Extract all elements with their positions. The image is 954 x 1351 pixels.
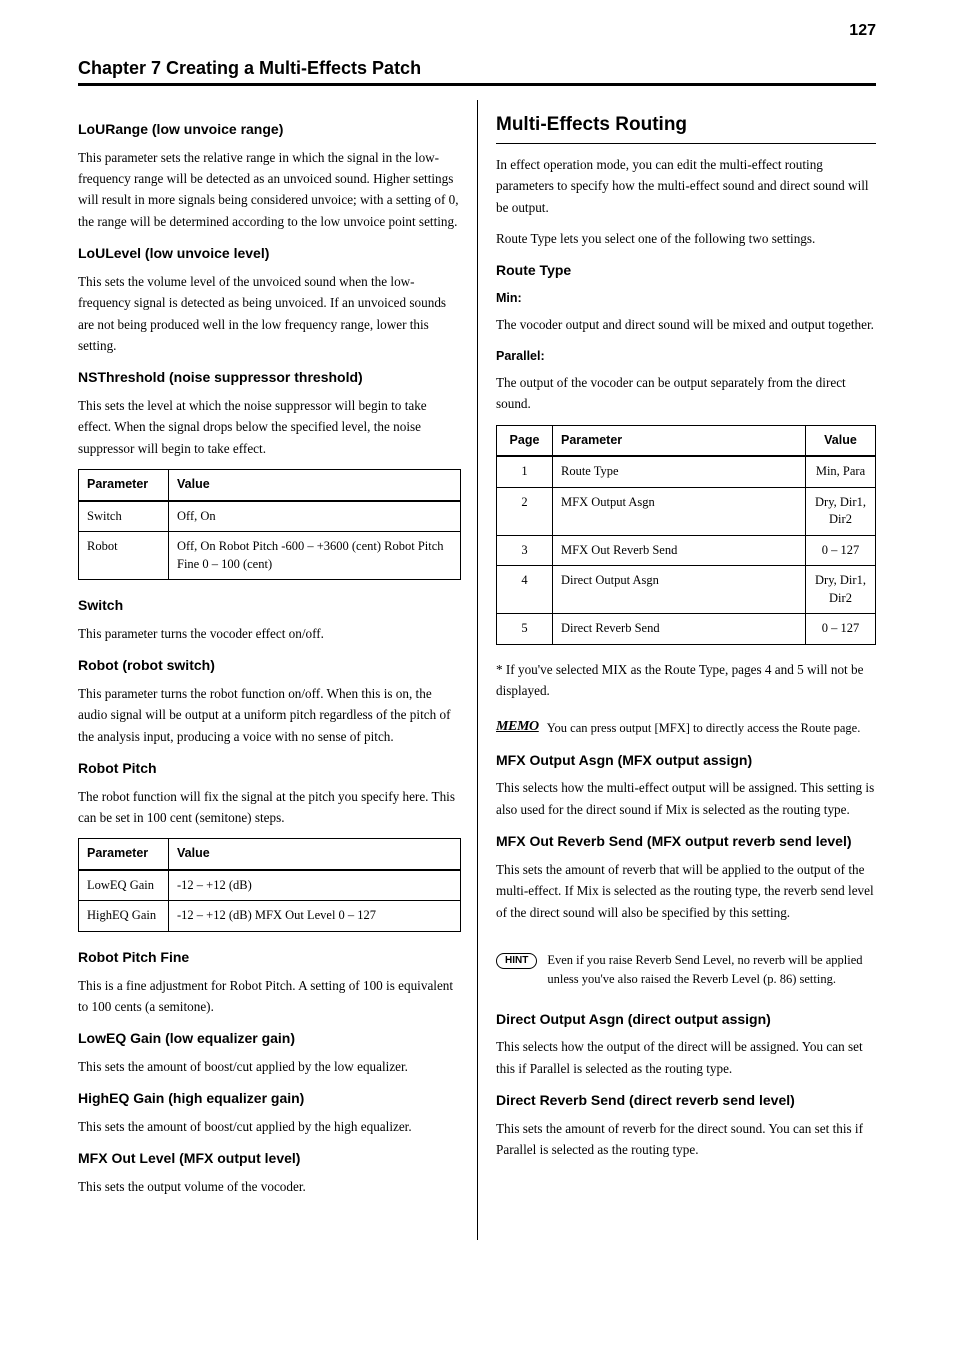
heading-direct-out-asgn: Direct Output Asgn (direct output assign… — [496, 1008, 876, 1031]
heading-mfx-out-level: MFX Out Level (MFX output level) — [78, 1147, 461, 1170]
hint-block: HINT Even if you raise Reverb Send Level… — [496, 951, 876, 990]
table-header: Parameter — [553, 425, 806, 456]
right-column: Multi-Effects Routing In effect operatio… — [477, 100, 876, 1240]
table-cell: -12 – +12 (dB) — [169, 870, 461, 901]
heading-robot-pitch: Robot Pitch — [78, 757, 461, 780]
page-number: 127 — [849, 22, 876, 40]
table-row: 5 Direct Reverb Send 0 – 127 — [497, 614, 876, 645]
table-switch-robot: Parameter Value Switch Off, On Robot Off… — [78, 469, 461, 580]
table-row: Switch Off, On — [79, 501, 461, 532]
table-row: HighEQ Gain -12 – +12 (dB) MFX Out Level… — [79, 901, 461, 932]
table-cell: LowEQ Gain — [79, 870, 169, 901]
heading-switch: Switch — [78, 594, 461, 617]
para-mfx-out-reverb: This sets the amount of reverb that will… — [496, 859, 876, 923]
table-cell: 0 – 127 — [806, 614, 876, 645]
para-ns-threshold: This sets the level at which the noise s… — [78, 395, 461, 459]
table-cell: 5 — [497, 614, 553, 645]
table-row: LowEQ Gain -12 – +12 (dB) — [79, 870, 461, 901]
heading-robot-pitch-fine: Robot Pitch Fine — [78, 946, 461, 969]
table-header: Value — [169, 470, 461, 501]
table-cell: MFX Out Reverb Send — [553, 535, 806, 566]
heading-high-eq-gain: HighEQ Gain (high equalizer gain) — [78, 1087, 461, 1110]
table-cell: Robot — [79, 532, 169, 580]
heading-route-type: Route Type — [496, 259, 876, 282]
para-switch: This parameter turns the vocoder effect … — [78, 623, 461, 644]
heading-mfx-out-asgn: MFX Output Asgn (MFX output assign) — [496, 749, 876, 772]
table-cell: Direct Reverb Send — [553, 614, 806, 645]
heading-lo-u-range: LoURange (low unvoice range) — [78, 118, 461, 141]
table-eq: Parameter Value LowEQ Gain -12 – +12 (dB… — [78, 838, 461, 932]
table-cell: 0 – 127 — [806, 535, 876, 566]
para-lo-u-level: This sets the volume level of the unvoic… — [78, 271, 461, 357]
heading-ns-threshold: NSThreshold (noise suppressor threshold) — [78, 366, 461, 389]
table-row: 2 MFX Output Asgn Dry, Dir1, Dir2 — [497, 487, 876, 535]
table-row: Robot Off, On Robot Pitch -600 – +3600 (… — [79, 532, 461, 580]
table-row: 3 MFX Out Reverb Send 0 – 127 — [497, 535, 876, 566]
running-head: Chapter 7 Creating a Multi-Effects Patch — [78, 58, 876, 79]
memo-block: MEMO You can press output [MFX] to direc… — [496, 719, 876, 738]
memo-text: You can press output [MFX] to directly a… — [547, 719, 861, 738]
table-header: Value — [806, 425, 876, 456]
footnote-routing: * If you've selected MIX as the Route Ty… — [496, 659, 876, 702]
heading-lo-u-level: LoULevel (low unvoice level) — [78, 242, 461, 265]
para-robot: This parameter turns the robot function … — [78, 683, 461, 747]
table-header: Page — [497, 425, 553, 456]
heading-direct-reverb: Direct Reverb Send (direct reverb send l… — [496, 1089, 876, 1112]
heading-robot: Robot (robot switch) — [78, 654, 461, 677]
para-high-eq-gain: This sets the amount of boost/cut applie… — [78, 1116, 461, 1137]
table-cell: 4 — [497, 566, 553, 614]
para-routing-2: Route Type lets you select one of the fo… — [496, 228, 876, 249]
hint-badge: HINT — [496, 953, 537, 969]
para-mfx-out-asgn: This selects how the multi-effect output… — [496, 777, 876, 820]
table-header: Parameter — [79, 470, 169, 501]
table-cell: 1 — [497, 456, 553, 487]
section-heading-routing: Multi-Effects Routing — [496, 110, 876, 141]
para-low-eq-gain: This sets the amount of boost/cut applie… — [78, 1056, 461, 1077]
subhead-parallel: Parallel: — [496, 346, 876, 366]
table-routing: Page Parameter Value 1 Route Type Min, P… — [496, 425, 876, 645]
heading-mfx-out-reverb: MFX Out Reverb Send (MFX output reverb s… — [496, 830, 876, 853]
para-direct-reverb: This sets the amount of reverb for the d… — [496, 1118, 876, 1161]
heading-low-eq-gain: LowEQ Gain (low equalizer gain) — [78, 1027, 461, 1050]
table-cell: Direct Output Asgn — [553, 566, 806, 614]
table-cell: Route Type — [553, 456, 806, 487]
para-min: The vocoder output and direct sound will… — [496, 314, 876, 335]
table-row: 1 Route Type Min, Para — [497, 456, 876, 487]
header-rule — [78, 83, 876, 86]
para-parallel: The output of the vocoder can be output … — [496, 372, 876, 415]
table-cell: MFX Output Asgn — [553, 487, 806, 535]
table-cell: Dry, Dir1, Dir2 — [806, 566, 876, 614]
table-header: Parameter — [79, 839, 169, 870]
para-lo-u-range: This parameter sets the relative range i… — [78, 147, 461, 233]
table-cell: Min, Para — [806, 456, 876, 487]
table-cell: Off, On — [169, 501, 461, 532]
table-cell: 2 — [497, 487, 553, 535]
left-column: LoURange (low unvoice range) This parame… — [78, 100, 477, 1240]
table-cell: Off, On Robot Pitch -600 – +3600 (cent) … — [169, 532, 461, 580]
memo-icon: MEMO — [496, 719, 539, 734]
table-cell: Dry, Dir1, Dir2 — [806, 487, 876, 535]
table-header: Value — [169, 839, 461, 870]
para-routing-1: In effect operation mode, you can edit t… — [496, 154, 876, 218]
hint-text: Even if you raise Reverb Send Level, no … — [547, 951, 876, 990]
section-rule — [496, 143, 876, 144]
table-row: 4 Direct Output Asgn Dry, Dir1, Dir2 — [497, 566, 876, 614]
para-robot-pitch-fine: This is a fine adjustment for Robot Pitc… — [78, 975, 461, 1018]
para-mfx-out-level: This sets the output volume of the vocod… — [78, 1176, 461, 1197]
para-robot-pitch: The robot function will fix the signal a… — [78, 786, 461, 829]
subhead-min: Min: — [496, 288, 876, 308]
table-cell: 3 — [497, 535, 553, 566]
table-cell: HighEQ Gain — [79, 901, 169, 932]
para-direct-out-asgn: This selects how the output of the direc… — [496, 1036, 876, 1079]
table-cell: -12 – +12 (dB) MFX Out Level 0 – 127 — [169, 901, 461, 932]
table-cell: Switch — [79, 501, 169, 532]
